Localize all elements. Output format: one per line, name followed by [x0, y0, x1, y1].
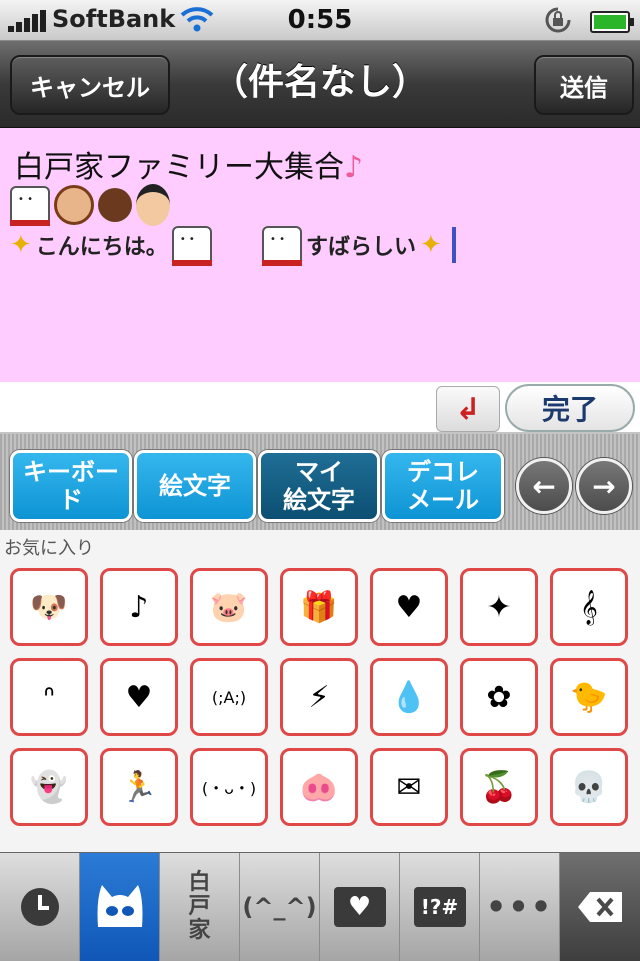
ghost-emoji[interactable]: 👻 [10, 748, 88, 826]
heart-text-emoji[interactable]: ♥ [100, 658, 178, 736]
family-emoji-row [10, 184, 170, 226]
tab-keyboard[interactable]: キーボード [10, 450, 132, 522]
rainbow-heart-emoji[interactable]: ♥ [370, 568, 448, 646]
more-button[interactable]: ••• [480, 853, 560, 961]
white-dog-emoji [171, 226, 212, 266]
prev-page-button[interactable]: ← [516, 458, 572, 514]
pig-emoji[interactable]: 🐷 [190, 568, 268, 646]
arrow-right-icon: → [592, 469, 616, 503]
cat-icon [97, 885, 142, 927]
sparkle-emoji[interactable]: ✦ [460, 568, 538, 646]
cat-category-button[interactable] [80, 853, 160, 961]
shiroto-family-category-button[interactable]: 白 戸 家 [160, 853, 240, 961]
sad-stick-figure-emoji[interactable]: ᐢ [10, 658, 88, 736]
cancel-button[interactable]: キャンセル [10, 55, 170, 115]
blue-drops-emoji[interactable]: 💧 [370, 658, 448, 736]
text-cursor [451, 227, 456, 263]
envelope-emoji[interactable]: ✉ [370, 748, 448, 826]
greeting-text: こんにちは。 [35, 235, 168, 260]
tab-deco-mail[interactable]: デコレ メール [382, 450, 504, 522]
cherries-emoji[interactable]: 🍒 [460, 748, 538, 826]
greeting-emoji-row: ✦ こんにちは。 [10, 226, 212, 266]
skull-emoji[interactable]: 💀 [550, 748, 628, 826]
next-page-button[interactable]: → [576, 458, 632, 514]
message-subject-line: 白戸家ファミリー大集合♪ [14, 142, 363, 186]
delete-button[interactable] [560, 853, 640, 961]
navigation-bar: キャンセル （件名なし） 送信 [0, 41, 640, 128]
white-dog-emoji [262, 226, 302, 266]
input-toolbar: ↲ 完了 [0, 382, 640, 434]
white-dog-emoji[interactable]: 🐶 [10, 568, 88, 646]
symbols-heart-category-button[interactable]: ♥ [320, 853, 400, 961]
favorites-label: お気に入り [4, 538, 94, 559]
arrow-left-icon: ← [532, 469, 556, 503]
message-body[interactable]: 白戸家ファミリー大集合♪ ✦ こんにちは。 すばらしい ✦ [0, 128, 640, 382]
praise-emoji-row: すばらしい ✦ [262, 226, 456, 266]
subject-text: 白戸家ファミリー大集合 [14, 150, 344, 185]
send-button[interactable]: 送信 [534, 55, 634, 115]
kaomoji-smile-emoji[interactable]: (・ᴗ・) [190, 748, 268, 826]
favorites-panel: お気に入り 🐶 ♪ 🐷 🎁 ♥ ✦ 𝄞 ᐢ ♥ (;A;) ⚡ 💧 ✿ 🐤 👻 🏃 (・ᴗ・) 🐽 ✉ 🍒 💀 [0, 530, 640, 852]
heart-icon: ♥ [333, 887, 386, 927]
page-title: （件名なし） [211, 62, 428, 103]
g-clef-emoji[interactable]: 𝄞 [550, 568, 628, 646]
status-bar: SoftBank 0:55 [0, 0, 640, 41]
tab-emoji[interactable]: 絵文字 [134, 450, 256, 522]
sparkle-emoji: ✦ [10, 230, 32, 260]
pink-note-emoji[interactable]: ♪ [100, 568, 178, 646]
backspace-icon [578, 892, 622, 922]
history-button[interactable] [0, 853, 80, 961]
return-button[interactable]: ↲ [436, 386, 500, 432]
kaomoji-cry-emoji[interactable]: (;A;) [190, 658, 268, 736]
done-button[interactable]: 完了 [505, 384, 635, 432]
clock-icon [20, 888, 59, 926]
return-icon: ↲ [455, 391, 481, 427]
praise-text: すばらしい [306, 235, 417, 260]
symbols-label: !?# [413, 887, 466, 927]
pink-flower-emoji[interactable]: ✿ [460, 658, 538, 736]
gift-emoji[interactable]: 🎁 [280, 568, 358, 646]
battery-icon [590, 11, 634, 33]
emoji-tab-strip: キーボード 絵文字 マイ 絵文字 デコレ メール ← → [0, 434, 640, 530]
kaomoji-category-button[interactable]: (^_^) [240, 853, 320, 961]
boy-face-emoji [136, 184, 170, 226]
stick-figure-emoji[interactable]: 🏃 [100, 748, 178, 826]
punctuation-category-button[interactable]: !?# [400, 853, 480, 961]
tab-my-emoji[interactable]: マイ 絵文字 [258, 450, 380, 522]
pig-face-emoji[interactable]: 🐽 [280, 748, 358, 826]
music-note-emoji: ♪ [344, 150, 364, 185]
sparkle-emoji: ✦ [420, 230, 442, 260]
chick-emoji[interactable]: 🐤 [550, 658, 628, 736]
white-dog-emoji [10, 186, 50, 226]
lightning-emoji[interactable]: ⚡ [280, 658, 358, 736]
rotation-lock-icon [544, 6, 572, 38]
category-bar: 白 戸 家 (^_^) ♥ !?# ••• [0, 852, 640, 961]
man-face-emoji [98, 188, 132, 222]
woman-face-emoji [54, 185, 94, 225]
